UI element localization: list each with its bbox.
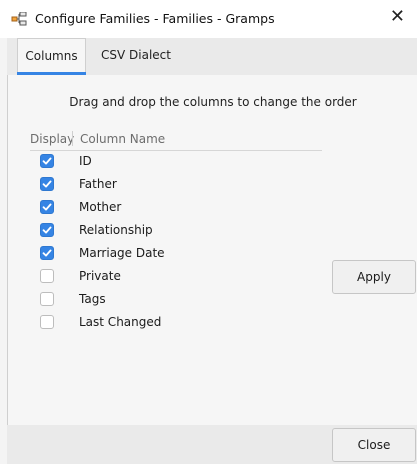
apply-button[interactable]: Apply bbox=[332, 260, 416, 294]
column-row-last-changed[interactable]: Last Changed bbox=[30, 312, 322, 335]
display-checkbox[interactable] bbox=[40, 223, 54, 237]
column-name: Marriage Date bbox=[79, 246, 165, 260]
window-title: Configure Families - Families - Gramps bbox=[35, 11, 275, 26]
column-row-private[interactable]: Private bbox=[30, 266, 322, 289]
close-button[interactable]: Close bbox=[332, 428, 416, 462]
column-row-marriage-date[interactable]: Marriage Date bbox=[30, 243, 322, 266]
drag-hint: Drag and drop the columns to change the … bbox=[69, 95, 357, 109]
column-name: ID bbox=[79, 154, 92, 168]
column-name: Tags bbox=[79, 292, 106, 306]
column-row-id[interactable]: ID bbox=[30, 151, 322, 174]
tab-bar: Columns CSV Dialect bbox=[7, 38, 417, 75]
column-list-header: Display Column Name bbox=[30, 128, 322, 151]
header-separator bbox=[72, 131, 73, 146]
display-column-header[interactable]: Display bbox=[30, 132, 74, 146]
tab-label: CSV Dialect bbox=[101, 48, 171, 62]
column-name: Private bbox=[79, 269, 121, 283]
column-name: Father bbox=[79, 177, 117, 191]
column-name: Relationship bbox=[79, 223, 153, 237]
column-name: Last Changed bbox=[79, 315, 162, 329]
tab-csv-dialect[interactable]: CSV Dialect bbox=[95, 38, 177, 73]
display-checkbox[interactable] bbox=[40, 154, 54, 168]
display-checkbox[interactable] bbox=[40, 200, 54, 214]
display-checkbox[interactable] bbox=[40, 246, 54, 260]
close-icon[interactable]: ✕ bbox=[390, 8, 405, 26]
gramps-tree-icon bbox=[11, 11, 27, 26]
column-row-tags[interactable]: Tags bbox=[30, 289, 322, 312]
column-row-relationship[interactable]: Relationship bbox=[30, 220, 322, 243]
column-name-header[interactable]: Column Name bbox=[80, 132, 165, 146]
configure-families-dialog: Configure Families - Families - Gramps ✕… bbox=[0, 0, 417, 464]
display-checkbox[interactable] bbox=[40, 269, 54, 283]
column-row-father[interactable]: Father bbox=[30, 174, 322, 197]
display-checkbox[interactable] bbox=[40, 292, 54, 306]
tab-columns[interactable]: Columns bbox=[17, 38, 86, 73]
column-name: Mother bbox=[79, 200, 122, 214]
title-bar: Configure Families - Families - Gramps ✕ bbox=[0, 0, 417, 38]
display-checkbox[interactable] bbox=[40, 315, 54, 329]
tab-label: Columns bbox=[25, 49, 78, 63]
column-row-mother[interactable]: Mother bbox=[30, 197, 322, 220]
columns-panel: Drag and drop the columns to change the … bbox=[7, 75, 417, 425]
display-checkbox[interactable] bbox=[40, 177, 54, 191]
